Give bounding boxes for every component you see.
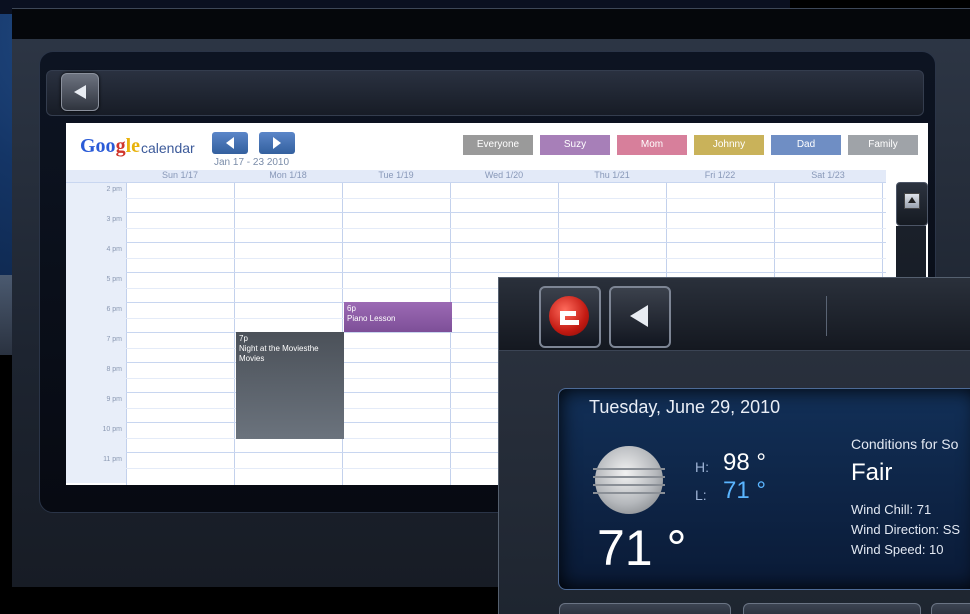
date-range: Jan 17 - 23 2010: [214, 157, 290, 168]
day-header: Wed 1/20: [484, 170, 524, 180]
google-logo: Google: [80, 135, 140, 158]
event-title: Piano Lesson: [347, 314, 396, 323]
weather-card: Tuesday, June 29, 2010 H: 98 ° L: 71 ° 7…: [558, 388, 970, 590]
filter-everyone[interactable]: Everyone: [463, 135, 533, 155]
chevron-right-icon: [273, 137, 281, 149]
day-header-row: Sun 1/17 Mon 1/18 Tue 1/19 Wed 1/20 Thu 1/21…: [66, 170, 886, 182]
high-temp: 98 °: [723, 449, 766, 476]
event-movie-night[interactable]: 7p Night at the Moviesthe Movies: [236, 332, 344, 439]
weather-tab-3[interactable]: [931, 603, 970, 614]
filter-family[interactable]: Family: [848, 135, 918, 155]
condition-text: Fair: [851, 459, 893, 486]
day-header: Sun 1/17: [161, 170, 199, 180]
toolbar-separator: [826, 296, 827, 336]
hour-label: 9 pm: [66, 393, 126, 423]
calendar-window-topbar: [12, 9, 970, 39]
exit-icon: [549, 296, 589, 336]
logo-part-1: Goo: [80, 135, 116, 157]
back-arrow-icon: [74, 85, 86, 99]
calendar-nav-strip: [46, 70, 924, 116]
filter-johnny[interactable]: Johnny: [694, 135, 764, 155]
hour-row[interactable]: 4 pm: [66, 242, 886, 273]
hour-label: 7 pm: [66, 333, 126, 363]
chevron-left-icon: [226, 137, 234, 149]
next-week-button[interactable]: [259, 132, 295, 154]
day-header: Tue 1/19: [378, 170, 414, 180]
event-piano-lesson[interactable]: 6p Piano Lesson: [344, 302, 452, 332]
calendar-word: calendar: [141, 140, 195, 156]
hour-label: 2 pm: [66, 183, 126, 213]
conditions-title: Conditions for So: [851, 436, 959, 452]
moon-icon: [593, 446, 665, 514]
prev-week-button[interactable]: [212, 132, 248, 154]
hour-label: 11 pm: [66, 453, 126, 483]
hour-label: 6 pm: [66, 303, 126, 333]
day-header: Mon 1/18: [269, 170, 307, 180]
weather-toolbar: [499, 278, 970, 351]
wind-direction: Wind Direction: SS: [851, 522, 961, 537]
hour-label: 3 pm: [66, 213, 126, 243]
event-time: 6p: [347, 304, 356, 313]
day-header: Thu 1/21: [594, 170, 630, 180]
up-arrow-icon: [908, 197, 916, 203]
weather-date: Tuesday, June 29, 2010: [589, 397, 781, 417]
event-title: Night at the Moviesthe Movies: [239, 344, 319, 363]
hour-row[interactable]: 2 pm: [66, 182, 886, 213]
weather-back-button[interactable]: [609, 286, 671, 348]
hour-label: 8 pm: [66, 363, 126, 393]
wind-chill: Wind Chill: 71: [851, 502, 932, 517]
hour-row[interactable]: 3 pm: [66, 212, 886, 243]
filter-dad[interactable]: Dad: [771, 135, 841, 155]
hour-label: 5 pm: [66, 273, 126, 303]
calendar-back-button[interactable]: [61, 73, 99, 111]
back-arrow-icon: [630, 305, 648, 327]
hour-label: 10 pm: [66, 423, 126, 453]
logo-part-3: le: [125, 135, 140, 157]
calendar-filters: Everyone Suzy Mom Johnny Dad Family: [463, 135, 918, 155]
low-label: L:: [695, 487, 707, 503]
exit-button[interactable]: [539, 286, 601, 348]
filter-mom[interactable]: Mom: [617, 135, 687, 155]
day-header: Sat 1/23: [811, 170, 845, 180]
weather-tab-1[interactable]: [559, 603, 731, 614]
scroll-up-box: [904, 193, 920, 209]
scroll-up-button[interactable]: [896, 182, 928, 226]
weather-tab-2[interactable]: [743, 603, 921, 614]
high-label: H:: [695, 459, 709, 475]
event-time: 7p: [239, 334, 248, 343]
current-temp: 71 °: [597, 520, 687, 576]
weather-window: Tuesday, June 29, 2010 H: 98 ° L: 71 ° 7…: [498, 277, 970, 614]
filter-suzy[interactable]: Suzy: [540, 135, 610, 155]
low-temp: 71 °: [723, 477, 766, 504]
wind-speed: Wind Speed: 10: [851, 542, 944, 557]
logo-part-2: g: [115, 135, 126, 157]
day-header: Fri 1/22: [704, 170, 736, 180]
hour-label: 4 pm: [66, 243, 126, 273]
